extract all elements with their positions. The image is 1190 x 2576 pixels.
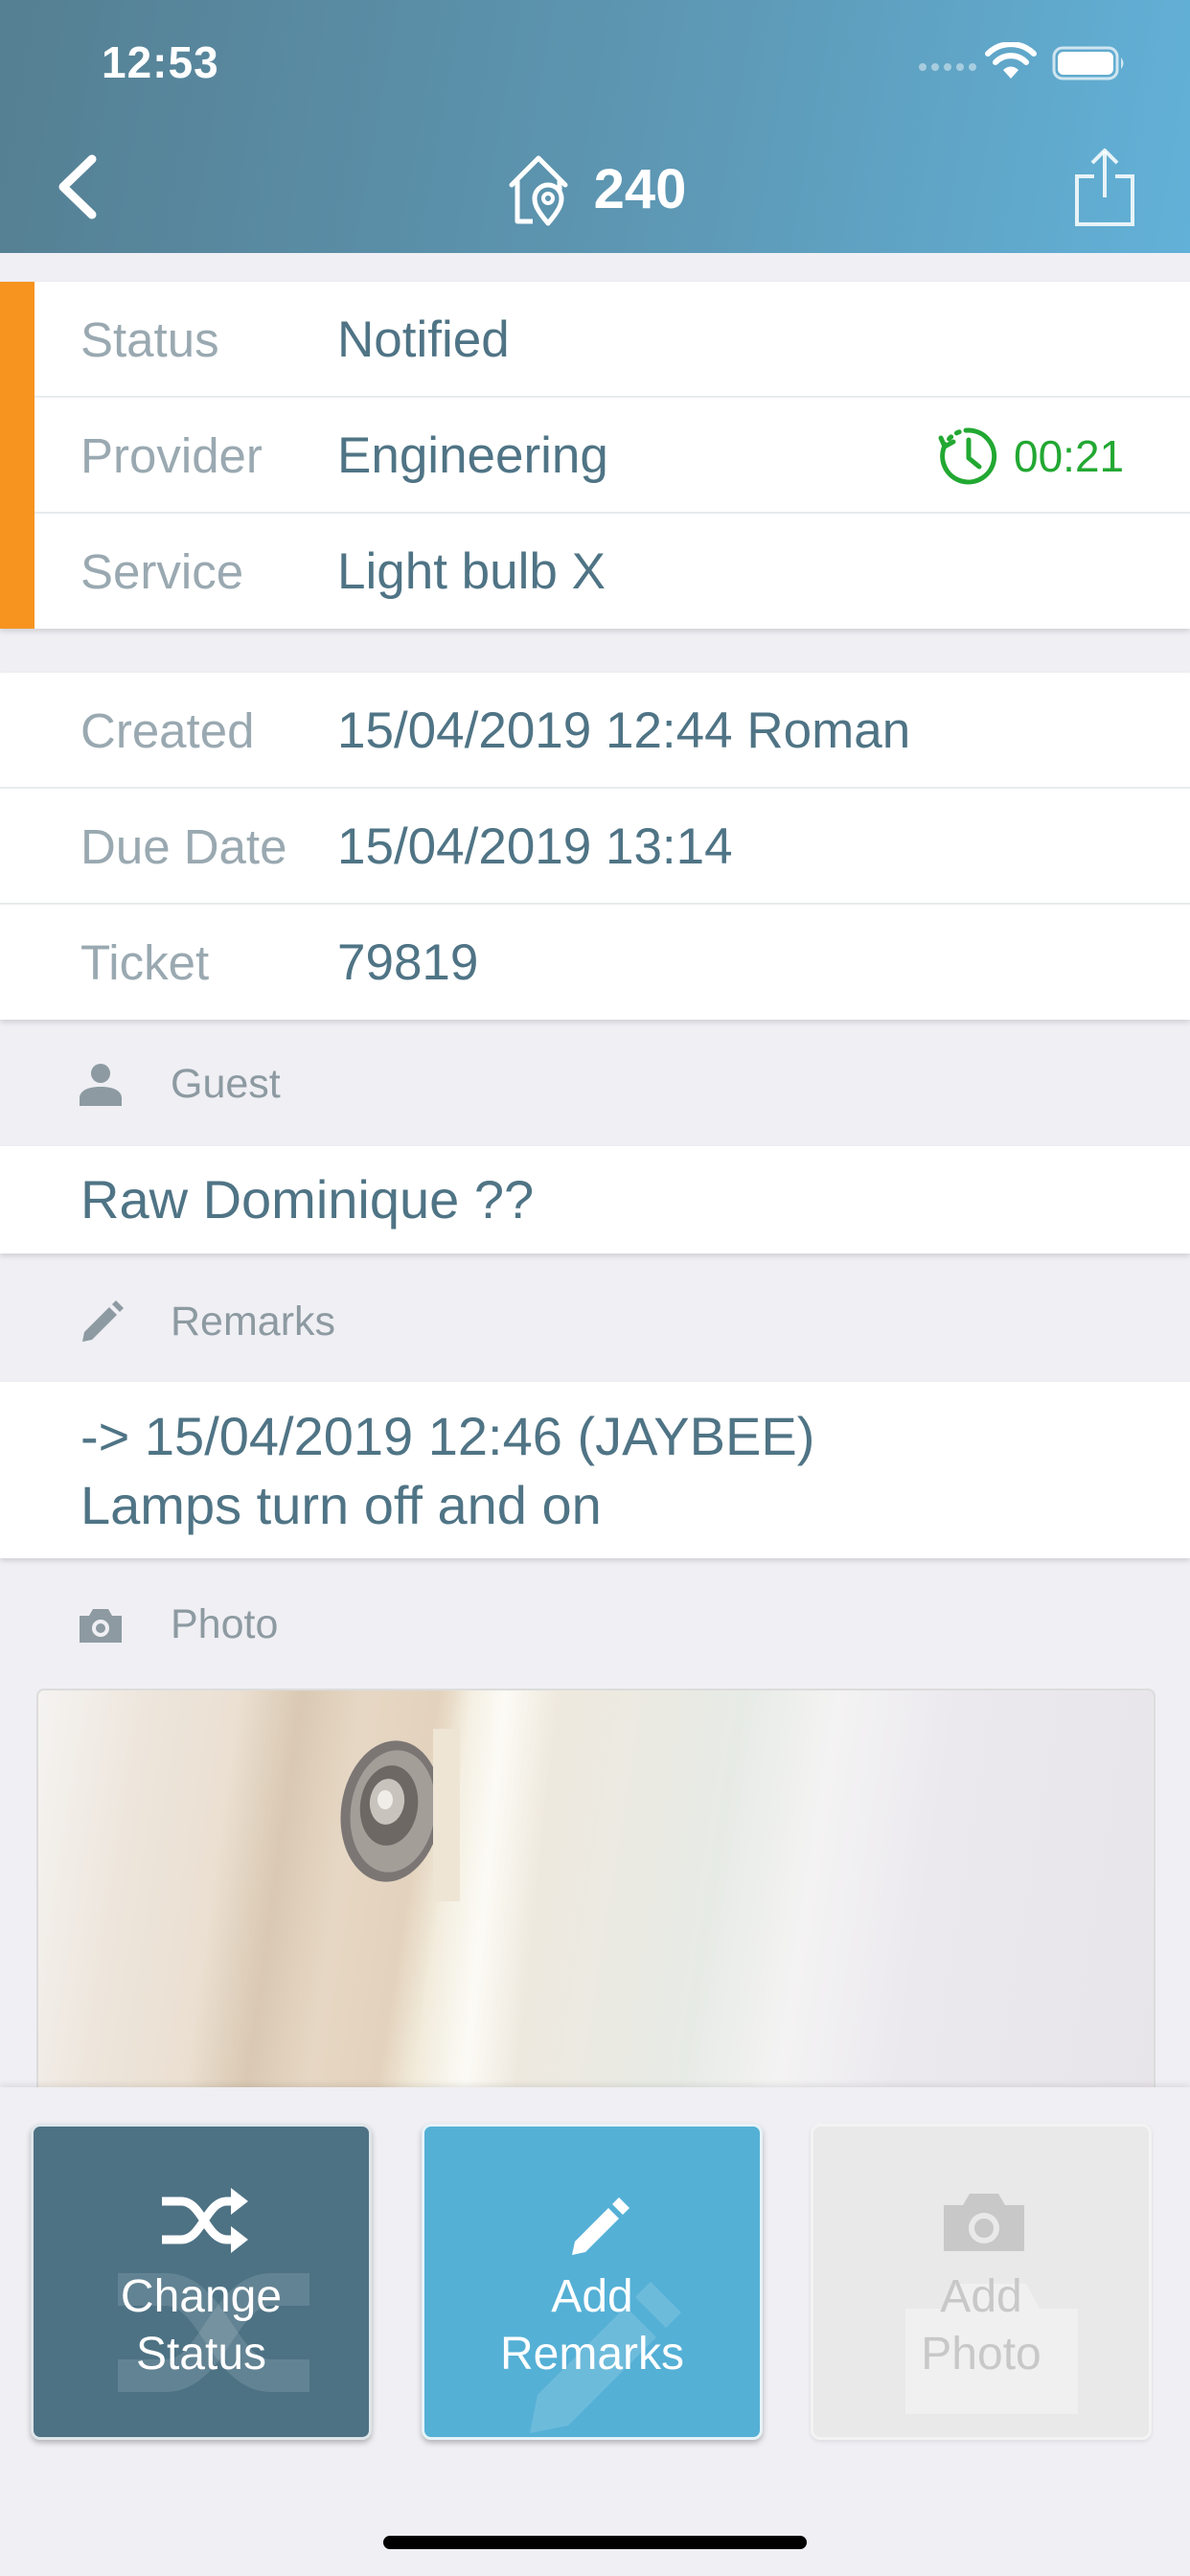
header-title: 240 <box>0 144 1190 234</box>
timer-value: 00:21 <box>1014 431 1125 481</box>
due-date-row: Due Date 15/04/2019 13:14 <box>0 789 1190 905</box>
person-icon <box>80 1064 122 1106</box>
service-label: Service <box>80 544 244 599</box>
home-location-icon <box>509 155 568 226</box>
add-remarks-button[interactable]: Add Remarks <box>422 2124 763 2440</box>
remark-line: Lamps turn off and on <box>80 1475 602 1535</box>
elapsed-timer: 00:21 <box>937 425 1124 488</box>
pencil-icon <box>82 1300 124 1342</box>
remarks-section-header: Remarks <box>0 1278 1190 1365</box>
provider-value: Engineering <box>337 427 608 484</box>
photo-ceiling-lamp <box>340 1729 460 1901</box>
summary-card: Status Notified Provider Engineering 00:… <box>0 282 1190 629</box>
home-indicator[interactable] <box>383 2536 807 2549</box>
ticket-row: Ticket 79819 <box>0 905 1190 1021</box>
camera-icon <box>944 2194 1024 2251</box>
timer-icon <box>938 427 997 485</box>
service-value: Light bulb X <box>337 543 606 600</box>
battery-icon <box>1052 46 1124 80</box>
add-remarks-label: Remarks <box>499 2329 685 2380</box>
pencil-icon <box>572 2197 629 2255</box>
provider-label: Provider <box>80 428 263 483</box>
created-label: Created <box>80 703 255 758</box>
attached-photo[interactable] <box>36 1689 1156 2091</box>
remarks-section-label: Remarks <box>171 1299 336 1345</box>
created-row: Created 15/04/2019 12:44 Roman <box>0 673 1190 789</box>
guest-section-label: Guest <box>171 1061 281 1107</box>
change-status-button[interactable]: Change Status <box>31 2124 372 2440</box>
add-photo-label: Add <box>940 2271 1022 2322</box>
action-toolbar: Change Status Add Remarks Add Photo <box>0 2087 1190 2576</box>
provider-row: Provider Engineering 00:21 <box>0 398 1190 514</box>
photo-section-label: Photo <box>171 1601 279 1647</box>
ticket-label: Ticket <box>80 935 210 990</box>
guest-name: Raw Dominique ?? <box>80 1169 535 1230</box>
created-value: 15/04/2019 12:44 Roman <box>337 702 911 759</box>
guest-section-header: Guest <box>0 1041 1190 1127</box>
shuffle-icon <box>162 2188 248 2253</box>
remarks-card: -> 15/04/2019 12:46 (JAYBEE) Lamps turn … <box>0 1382 1190 1558</box>
due-date-label: Due Date <box>80 819 287 874</box>
status-bar: 12:53 <box>0 0 1190 126</box>
status-label: Status <box>80 312 219 367</box>
room-number: 240 <box>593 157 687 220</box>
change-status-label: Change <box>120 2271 283 2322</box>
navigation-header: 12:53 240 <box>0 0 1190 253</box>
add-remarks-label: Add <box>551 2271 633 2322</box>
remark-line: -> 15/04/2019 12:46 (JAYBEE) <box>80 1406 815 1466</box>
signal-icon <box>919 63 976 71</box>
photo-section-header: Photo <box>0 1581 1190 1668</box>
status-row: Status Notified <box>0 282 1190 398</box>
ticket-value: 79819 <box>337 934 479 991</box>
status-time: 12:53 <box>102 37 219 87</box>
add-photo-button[interactable]: Add Photo <box>811 2124 1152 2440</box>
wifi-icon <box>985 42 1037 79</box>
guest-card: Raw Dominique ?? <box>0 1146 1190 1254</box>
due-date-value: 15/04/2019 13:14 <box>337 818 733 875</box>
change-status-label: Status <box>135 2329 267 2380</box>
status-value: Notified <box>337 311 510 368</box>
details-card: Created 15/04/2019 12:44 Roman Due Date … <box>0 673 1190 1020</box>
service-row: Service Light bulb X <box>0 514 1190 630</box>
share-button[interactable] <box>1071 144 1138 230</box>
add-photo-label: Photo <box>921 2329 1041 2380</box>
camera-icon <box>80 1609 122 1643</box>
